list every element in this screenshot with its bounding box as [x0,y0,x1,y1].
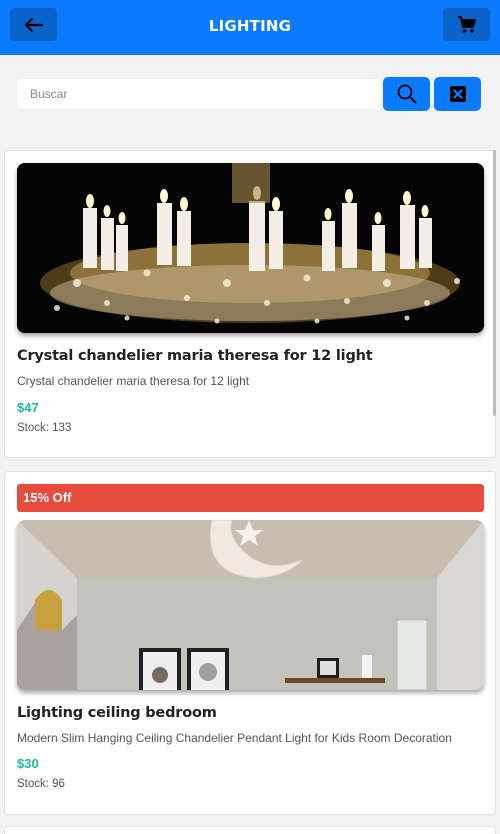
bedroom-image [17,520,484,690]
product-description: Crystal chandelier maria theresa for 12 … [17,374,250,388]
product-image[interactable] [17,163,484,333]
search-icon [397,84,416,104]
product-card[interactable]: 15% Off Lighting ceiling bedroom Modern … [4,471,496,815]
clear-search-button[interactable] [434,77,481,111]
search-input[interactable] [17,79,381,109]
product-stock: Stock: 133 [17,422,72,434]
product-card[interactable]: Crystal chandelier maria theresa for 12 … [4,150,496,458]
search-bar [0,55,500,141]
product-name[interactable]: Lighting ceiling bedroom [17,705,217,721]
page-title: LIGHTING [208,17,292,35]
close-box-icon [449,86,466,102]
product-price: $30 [17,756,39,771]
app-header: LIGHTING [0,0,500,55]
search-button[interactable] [383,77,430,111]
product-card[interactable] [4,826,496,834]
shopping-cart-icon [457,15,476,33]
discount-badge: 15% Off [17,484,484,512]
cart-button[interactable] [443,8,490,41]
product-description: Modern Slim Hanging Ceiling Chandelier P… [17,731,452,745]
product-price: $47 [17,400,39,415]
product-name[interactable]: Crystal chandelier maria theresa for 12 … [17,348,373,364]
scrollbar[interactable] [493,150,496,416]
chandelier-image [17,163,484,333]
product-stock: Stock: 96 [17,778,65,790]
product-image[interactable] [17,520,484,690]
